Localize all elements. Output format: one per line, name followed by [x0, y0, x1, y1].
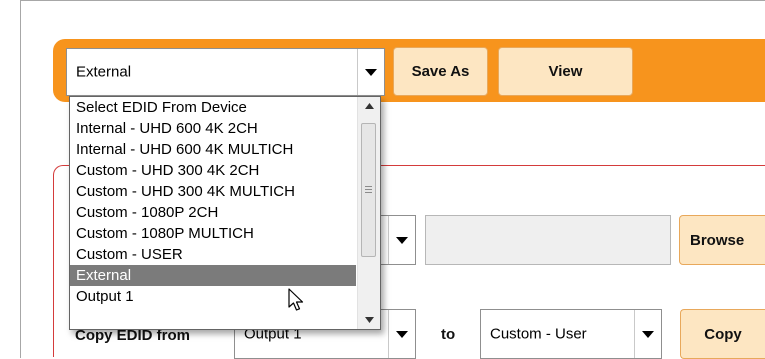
to-label: to [441, 326, 456, 343]
edid-source-select-value: External [76, 63, 132, 81]
dropdown-scrollbar[interactable] [357, 97, 380, 329]
browse-button[interactable]: Browse [679, 215, 765, 265]
edid-dropdown-list[interactable]: Select EDID From Device Internal - UHD 6… [69, 96, 381, 330]
file-path-field[interactable] [425, 215, 671, 265]
dropdown-item[interactable]: Custom - UHD 300 4K MULTICH [70, 181, 356, 202]
scroll-down-icon[interactable] [358, 311, 380, 329]
dropdown-item[interactable]: Select EDID From Device [70, 97, 356, 118]
dropdown-item[interactable]: Custom - 1080P MULTICH [70, 223, 356, 244]
chevron-down-icon[interactable] [634, 310, 661, 358]
edid-source-select[interactable]: External [66, 48, 385, 96]
chevron-down-icon[interactable] [357, 49, 384, 95]
dropdown-item[interactable]: Custom - UHD 300 4K 2CH [70, 160, 356, 181]
chevron-down-icon[interactable] [388, 310, 415, 358]
dropdown-item[interactable]: Custom - 1080P 2CH [70, 202, 356, 223]
dropdown-item[interactable]: Custom - USER [70, 244, 356, 265]
dropdown-item[interactable]: Output 1 [70, 286, 356, 307]
copy-target-value: Custom - User [490, 325, 587, 343]
scroll-up-icon[interactable] [358, 97, 380, 115]
chevron-down-icon[interactable] [388, 216, 415, 264]
save-as-button[interactable]: Save As [393, 47, 488, 96]
copy-target-select[interactable]: Custom - User [480, 309, 662, 359]
dropdown-item[interactable]: Internal - UHD 600 4K 2CH [70, 118, 356, 139]
dropdown-item[interactable]: Internal - UHD 600 4K MULTICH [70, 139, 356, 160]
dropdown-item-selected[interactable]: External [70, 265, 356, 286]
scrollbar-thumb[interactable] [361, 123, 376, 257]
mouse-pointer-icon [288, 288, 304, 311]
copy-button[interactable]: Copy [680, 309, 765, 359]
view-button[interactable]: View [498, 47, 633, 96]
